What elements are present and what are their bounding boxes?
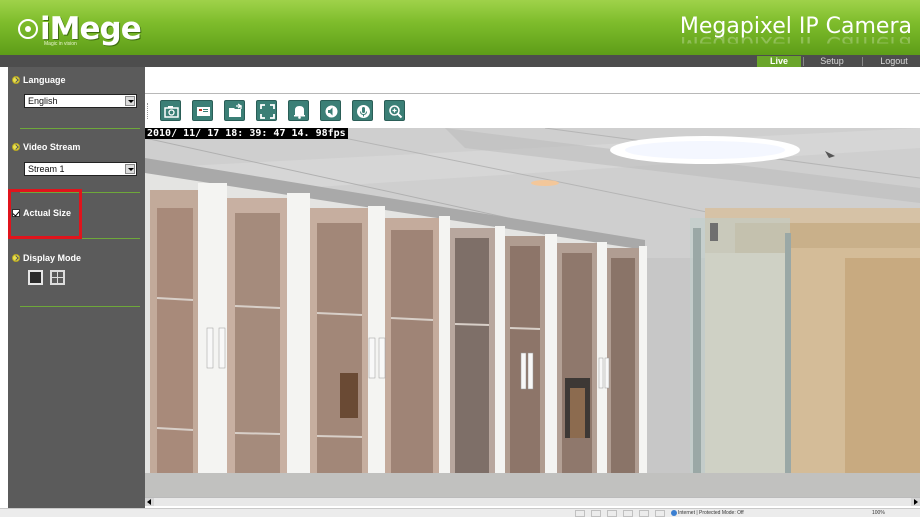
video-horizontal-scrollbar[interactable] xyxy=(145,497,920,506)
snapshot-camera-icon xyxy=(164,106,179,118)
video-stream-select[interactable]: Stream 1 xyxy=(24,162,137,176)
quad-view-button[interactable] xyxy=(50,270,65,285)
browser-status-bar: Internet | Protected Mode: Off 100% xyxy=(0,508,920,517)
speaker-button[interactable] xyxy=(320,100,341,121)
record-video-icon xyxy=(197,107,210,116)
open-folder-icon xyxy=(229,103,243,117)
language-select-value: English xyxy=(28,96,58,106)
bullet-arrow-icon xyxy=(12,143,20,151)
logo-tagline: Magic in vision xyxy=(44,41,77,47)
status-cell xyxy=(607,510,617,517)
tab-setup[interactable]: Setup xyxy=(810,56,854,67)
status-cell xyxy=(639,510,649,517)
internet-zone-icon xyxy=(671,510,677,516)
video-toolbar xyxy=(145,95,920,128)
tab-live[interactable]: Live xyxy=(757,56,801,67)
zoom-in-icon xyxy=(389,105,403,119)
microphone-icon xyxy=(357,105,370,118)
nav-bar: Live Setup Logout xyxy=(0,55,920,67)
tab-logout[interactable]: Logout xyxy=(870,56,918,67)
section-divider xyxy=(20,306,140,307)
language-select[interactable]: English xyxy=(24,94,137,108)
app-header: iMege Magic in vision Megapixel IP Camer… xyxy=(0,0,920,55)
actual-size-highlight xyxy=(8,189,82,239)
microphone-button[interactable] xyxy=(352,100,373,121)
logo-mark-icon xyxy=(18,19,38,39)
zoom-level[interactable]: 100% xyxy=(872,509,885,517)
scroll-right-arrow-icon[interactable] xyxy=(911,498,920,506)
nav-separator xyxy=(862,57,863,66)
brand-logo: iMege Magic in vision xyxy=(14,10,142,48)
bullet-arrow-icon xyxy=(12,76,20,84)
section-divider xyxy=(20,128,140,129)
video-stream-label: Video Stream xyxy=(23,142,81,152)
nav-separator xyxy=(803,57,804,66)
alarm-bell-icon xyxy=(294,106,305,119)
dropdown-arrow-icon[interactable] xyxy=(125,96,135,106)
language-section-title: Language xyxy=(12,75,66,85)
display-mode-section-title: Display Mode xyxy=(12,253,81,263)
record-button[interactable] xyxy=(192,100,213,121)
security-zone-text: Internet | Protected Mode: Off xyxy=(678,510,744,516)
bullet-arrow-icon xyxy=(12,254,20,262)
language-label: Language xyxy=(23,75,66,85)
scroll-left-arrow-icon[interactable] xyxy=(145,498,154,506)
fullscreen-button[interactable] xyxy=(256,100,277,121)
status-cell xyxy=(575,510,585,517)
dropdown-arrow-icon[interactable] xyxy=(125,164,135,174)
snapshot-button[interactable] xyxy=(160,100,181,121)
alarm-button[interactable] xyxy=(288,100,309,121)
osd-timestamp: 2010/ 11/ 17 18: 39: 47 14. 98fps xyxy=(145,128,348,139)
display-mode-label: Display Mode xyxy=(23,253,82,263)
main-top-panel xyxy=(145,67,920,94)
live-video-view[interactable]: 2010/ 11/ 17 18: 39: 47 14. 98fps xyxy=(145,128,920,497)
zoom-in-button[interactable] xyxy=(384,100,405,121)
camera-scene-image xyxy=(145,128,920,497)
product-title-reflection: Megapixel IP Camera xyxy=(679,31,912,56)
status-cell xyxy=(623,510,633,517)
open-folder-button[interactable] xyxy=(224,100,245,121)
status-cell xyxy=(655,510,665,517)
status-cell xyxy=(591,510,601,517)
single-view-button[interactable] xyxy=(28,270,43,285)
video-stream-section-title: Video Stream xyxy=(12,142,80,152)
speaker-icon xyxy=(325,105,338,118)
video-stream-select-value: Stream 1 xyxy=(28,164,65,174)
fullscreen-icon xyxy=(260,104,275,119)
control-sidebar: Language English Video Stream Stream 1 A… xyxy=(8,67,145,509)
toolbar-grip[interactable] xyxy=(147,103,150,119)
